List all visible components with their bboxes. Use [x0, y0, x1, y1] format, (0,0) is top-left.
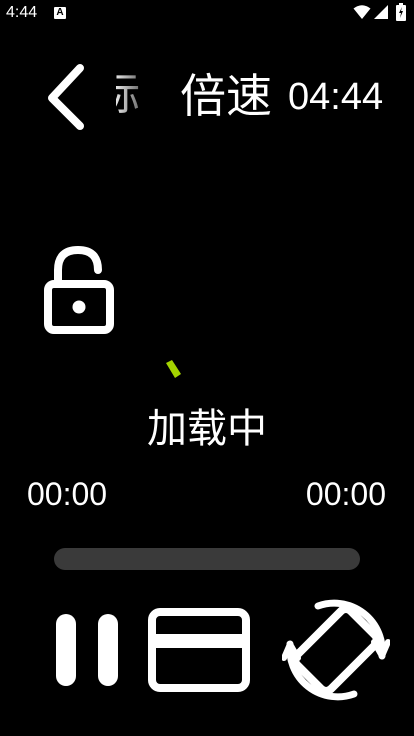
back-chevron-icon: [48, 64, 84, 130]
screen-lock-button[interactable]: [40, 244, 116, 338]
pause-button[interactable]: [54, 612, 120, 688]
rotate-screen-button[interactable]: [281, 596, 391, 704]
loading-spinner-icon: [166, 360, 181, 378]
a-notification-icon: A: [54, 7, 66, 19]
pause-icon: [56, 614, 118, 686]
total-duration: 00:00: [305, 476, 386, 512]
player-top-bar: 标 倍速 04:44: [0, 56, 414, 136]
unlock-icon: [44, 245, 114, 334]
current-time: 00:00: [27, 476, 108, 512]
wifi-icon: [353, 5, 371, 19]
seek-bar[interactable]: [54, 548, 360, 570]
loading-text: 加载中: [147, 406, 267, 452]
top-clock: 04:44: [288, 76, 384, 118]
playback-speed-button[interactable]: 倍速: [180, 68, 272, 124]
fullscreen-icon: [148, 608, 250, 692]
battery-icon: [396, 3, 406, 21]
status-bar: 4:44 A: [0, 0, 414, 28]
signal-icon: [374, 5, 388, 19]
rotate-screen-icon: [281, 599, 391, 701]
fullscreen-button[interactable]: [148, 608, 250, 692]
video-title: 标: [116, 70, 140, 120]
back-button[interactable]: [40, 60, 94, 132]
status-time: 4:44: [6, 4, 38, 21]
